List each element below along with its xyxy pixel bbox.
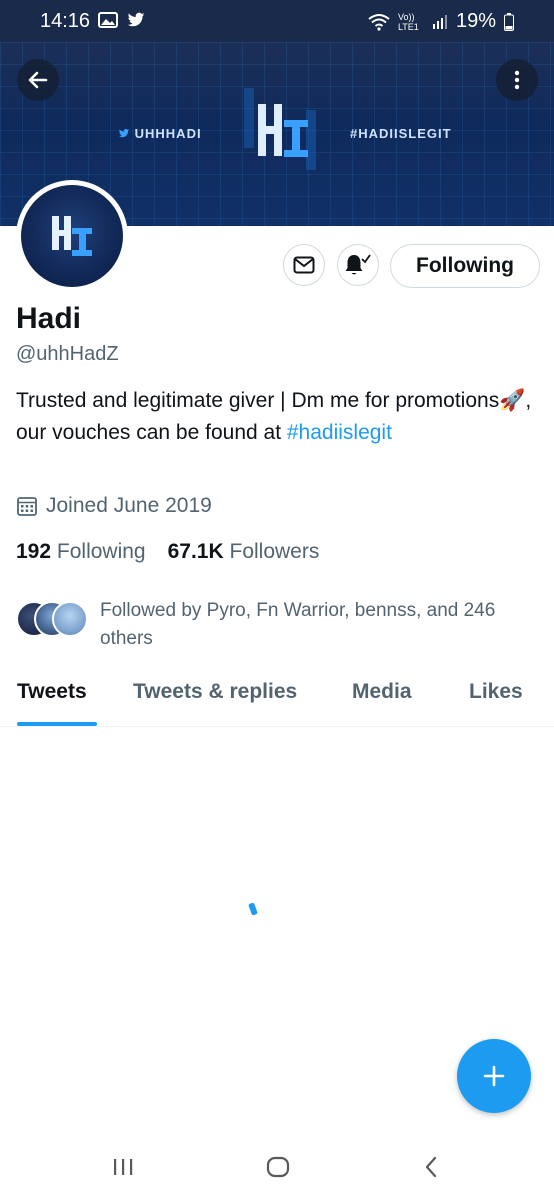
twitter-bird-icon	[127, 12, 145, 27]
following-button[interactable]: Following	[390, 244, 540, 288]
following-label: Following	[56, 540, 146, 563]
loading-spinner	[248, 902, 258, 916]
status-time: 14:16	[40, 10, 91, 32]
status-notification-icons	[98, 11, 146, 29]
back-nav-button[interactable]	[423, 1156, 439, 1183]
plus-icon	[483, 1065, 505, 1087]
arrow-left-icon	[28, 71, 48, 89]
profile-bio: Trusted and legitimate giver | Dm me for…	[16, 385, 536, 449]
message-button[interactable]	[283, 244, 325, 286]
status-system-icons: Vo)) LTE1 19%	[368, 10, 514, 33]
recents-button[interactable]	[112, 1156, 134, 1183]
avatar-image	[21, 185, 123, 287]
bio-hashtag-link[interactable]: #hadiislegit	[287, 421, 392, 444]
calendar-icon	[17, 497, 37, 516]
banner-left-text: UHHHADI	[134, 126, 202, 141]
tab-tweets[interactable]: Tweets	[17, 680, 87, 704]
status-bar: 14:16 Vo)) LTE1 19%	[0, 0, 554, 42]
banner-twitter-handle: UHHHADI	[118, 126, 202, 141]
home-icon	[266, 1156, 290, 1178]
back-button[interactable]	[17, 59, 59, 101]
more-options-button[interactable]	[496, 59, 538, 101]
followers-stat[interactable]: 67.1K Followers	[168, 540, 320, 564]
avatar-logo-icon	[52, 216, 92, 256]
battery-icon	[504, 12, 514, 31]
banner-right-text: #HADIISLEGIT	[350, 126, 452, 141]
tab-tweets-replies[interactable]: Tweets & replies	[133, 680, 297, 704]
wifi-icon	[368, 13, 390, 31]
joined-date: Joined June 2019	[16, 494, 212, 518]
profile-name: Hadi	[16, 302, 82, 335]
back-icon	[425, 1156, 437, 1178]
battery-percent: 19%	[455, 10, 496, 32]
gallery-icon	[98, 12, 118, 28]
followed-by-row[interactable]: Followed by Pyro, Fn Warrior, bennss, an…	[16, 597, 540, 653]
follower-avatars	[16, 597, 88, 637]
banner-twitter-icon	[118, 129, 130, 138]
mail-icon	[293, 256, 315, 274]
compose-tweet-button[interactable]	[457, 1039, 531, 1113]
followers-count: 67.1K	[167, 540, 224, 563]
recents-icon	[114, 1159, 133, 1175]
profile-tabs: Tweets Tweets & replies Media Likes	[0, 672, 554, 727]
following-stat[interactable]: 192 Following	[16, 540, 146, 564]
profile-avatar[interactable]	[16, 180, 128, 292]
following-count: 192	[16, 540, 52, 563]
active-tab-indicator	[17, 722, 97, 726]
signal-icon	[432, 14, 447, 29]
notifications-button[interactable]	[337, 244, 379, 286]
followed-by-text: Followed by Pyro, Fn Warrior, bennss, an…	[100, 600, 496, 649]
bio-text: Trusted and legitimate giver | Dm me for…	[16, 389, 532, 444]
more-vertical-icon	[514, 70, 520, 90]
banner-logo-icon	[244, 88, 316, 170]
followers-label: Followers	[229, 540, 320, 563]
follow-stats: 192 Following 67.1K Followers	[16, 540, 319, 564]
joined-text: Joined June 2019	[46, 494, 212, 517]
network-label: Vo)) LTE1	[397, 11, 419, 32]
home-button[interactable]	[266, 1156, 290, 1183]
profile-handle: @uhhHadZ	[16, 343, 119, 365]
bell-check-icon	[345, 254, 371, 275]
system-nav-bar	[0, 1140, 554, 1200]
tab-likes[interactable]: Likes	[469, 680, 523, 704]
tab-media[interactable]: Media	[352, 680, 412, 704]
follower-avatar	[52, 601, 88, 637]
